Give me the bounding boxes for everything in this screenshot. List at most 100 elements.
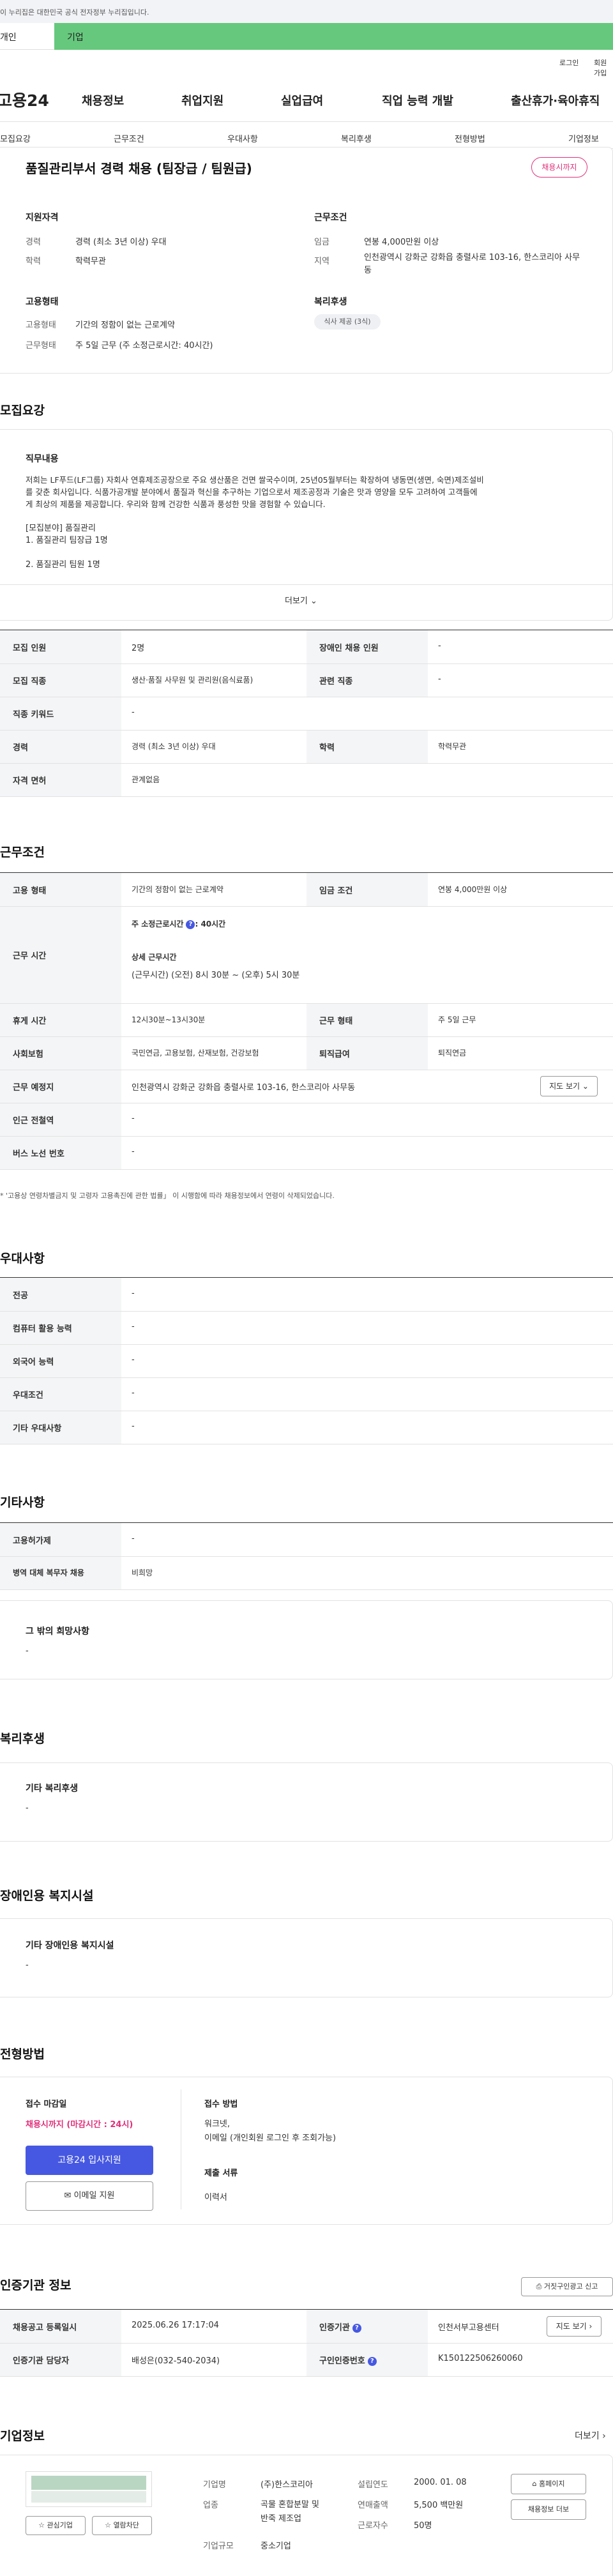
staff-value: 50명: [414, 2521, 432, 2531]
gnb-parental-leave[interactable]: 출산휴가·육아휴직: [511, 92, 600, 109]
company-more-label: 더보기: [575, 2431, 600, 2441]
process-title: 전형방법: [0, 2047, 45, 2061]
fav-company-button[interactable]: ☆ 관심기업: [26, 2516, 86, 2535]
disabled-title: 장애인용 복지시설: [0, 1889, 94, 1903]
recruit-title: 모집요강: [0, 404, 45, 418]
report-label: 거짓구인광고 신고: [543, 2282, 598, 2291]
td-subway: -: [132, 1114, 135, 1123]
emptype-label: 고용형태: [26, 321, 56, 330]
tab-company-label: 기업: [67, 33, 84, 43]
homepage-label: 홈페이지: [539, 2480, 565, 2488]
desc-line: 저희는 LF푸드(LF그룹) 자회사 연휴제조공장으로 주요 생산품은 건면 쌀…: [26, 475, 484, 485]
td-military: 비희망: [132, 1568, 153, 1577]
row-divider: [0, 1589, 613, 1590]
founded-label: 설립연도: [358, 2480, 388, 2490]
sales-value: 5,500 백만원: [414, 2501, 464, 2510]
desc-line: 게 최상의 제품을 제공합니다. 우리와 함께 건강한 식품과 풍성한 맛을 경…: [26, 499, 326, 509]
gnb-employment-support[interactable]: 취업지원: [181, 92, 223, 109]
disabled-card: [0, 1918, 613, 1997]
row-divider: [0, 1556, 613, 1557]
welfare-section-title: 복리후생: [0, 1732, 45, 1746]
th-cert-id-label: 구인인증번호: [319, 2356, 365, 2366]
td-severance: 퇴직연금: [438, 1049, 467, 1057]
gnb-divider: [0, 121, 613, 122]
email-apply-label: 이메일 지원: [73, 2191, 115, 2201]
mail-icon: ✉: [64, 2191, 72, 2201]
more-divider: [0, 584, 613, 585]
th-emptype: 고용 형태: [13, 886, 47, 896]
signup-link[interactable]: 회원가입: [594, 57, 613, 78]
td-pref-etc: -: [132, 1421, 135, 1431]
gnb-training[interactable]: 직업 능력 개발: [382, 92, 453, 109]
th-license: 자격 면허: [13, 777, 47, 786]
row-divider: [0, 2376, 613, 2377]
hours-main: 주 소정근로시간?: 40시간: [132, 918, 225, 929]
status-badge: 채용시까지: [531, 157, 587, 178]
apply-button[interactable]: 고용24 입사지원: [26, 2146, 153, 2175]
row-divider: [0, 2343, 613, 2344]
info-icon[interactable]: ?: [186, 920, 195, 929]
subnav-preference[interactable]: 우대사항: [227, 132, 258, 144]
email-apply-button[interactable]: ✉ 이메일 지원: [26, 2181, 153, 2211]
td-place: 인천광역시 강화군 강화읍 충렬사로 103-16, 한스코리아 사무동: [132, 1083, 356, 1093]
gnb-unemployment[interactable]: 실업급여: [281, 92, 323, 109]
more-button[interactable]: 더보기 ⌄: [285, 594, 317, 606]
hours-main-value: : 40시간: [195, 920, 226, 928]
td-disabled-count: -: [438, 641, 441, 651]
info-icon[interactable]: ?: [352, 2323, 361, 2333]
th-military: 병역 대체 복무자 채용: [13, 1568, 84, 1577]
chevron-right-icon: ›: [589, 2322, 593, 2331]
td-cert-id: K150122506260060: [438, 2354, 523, 2363]
method-line: 워크넷,: [204, 2119, 231, 2129]
homepage-button[interactable]: ⌂ 홈페이지: [511, 2474, 586, 2494]
chevron-down-icon: ⌄: [310, 596, 317, 606]
td-bus: -: [132, 1147, 135, 1156]
td-career: 경력 (최소 3년 이상) 우대: [132, 742, 216, 751]
company-jobs-button[interactable]: 채용정보 더보: [511, 2499, 586, 2520]
desc-line: [26, 510, 587, 522]
login-link[interactable]: 로그인: [559, 57, 579, 68]
hours-detail-title: 상세 근무시간: [132, 953, 177, 962]
more-label: 더보기: [285, 596, 308, 606]
th-staff: 인증기관 담당자: [13, 2356, 70, 2366]
th-agency-label: 인증기관: [319, 2323, 350, 2333]
subnav-recruit[interactable]: 모집요강: [0, 132, 31, 144]
company-logo: [26, 2471, 152, 2507]
welfare-box-title: 기타 복리후생: [26, 1784, 79, 1794]
sales-label: 연매출액: [358, 2501, 388, 2510]
agency-map-button[interactable]: 지도 보기 ›: [547, 2316, 602, 2337]
site-logo[interactable]: 고용24: [0, 88, 49, 111]
desc-line: 를 갖춘 회사입니다. 식품가공개발 분야에서 품질과 혁신을 추구하는 기업으…: [26, 487, 478, 497]
gnb-jobs[interactable]: 채용정보: [82, 92, 124, 109]
th-keyword: 직종 키워드: [13, 710, 54, 720]
subnav-company[interactable]: 기업정보: [568, 132, 599, 144]
info-icon[interactable]: ?: [367, 2356, 377, 2366]
td-language: -: [132, 1355, 135, 1365]
row-divider: [0, 1311, 613, 1312]
subnav-process[interactable]: 전형방법: [455, 132, 485, 144]
th-severance: 퇴직급여: [319, 1050, 350, 1059]
size-label: 기업규모: [203, 2542, 234, 2551]
td-wage: 연봉 4,000만원 이상: [438, 885, 508, 894]
th-headcount: 모집 인원: [13, 644, 47, 653]
subnav-welfare[interactable]: 복리후생: [341, 132, 372, 144]
company-more-link[interactable]: 더보기 ›: [575, 2429, 606, 2442]
th-career: 경력: [13, 743, 28, 753]
td-major: -: [132, 1289, 135, 1298]
tab-company[interactable]: 기업: [54, 23, 613, 50]
region-value: 인천광역시 강화군 강화읍 충렬사로 103-16, 한스코리아 사무동: [364, 253, 580, 275]
block-button[interactable]: ☆ 열람차단: [92, 2516, 152, 2535]
worktype-label: 근무형태: [26, 341, 56, 351]
td-pref-cond: -: [132, 1388, 135, 1398]
fav-company-label: 관심기업: [47, 2521, 73, 2529]
company-logo-image-lower: [31, 2491, 146, 2503]
subnav-conditions[interactable]: 근무조건: [114, 132, 144, 144]
tab-personal[interactable]: 개인: [0, 23, 54, 50]
map-button[interactable]: 지도 보기 ⌄: [540, 1076, 598, 1096]
report-button[interactable]: ⎙ 거짓구인광고 신고: [521, 2277, 613, 2296]
method-line: 이메일 (개인회원 로그인 후 조회가능): [204, 2133, 337, 2143]
emptype-value: 기간의 정함이 없는 근로계약: [75, 321, 175, 330]
job-title: 품질관리부서 경력 채용 (팀장급 / 팀원급): [26, 161, 252, 176]
th-language: 외국어 능력: [13, 1358, 54, 1367]
map-button-label: 지도 보기: [549, 1082, 580, 1091]
